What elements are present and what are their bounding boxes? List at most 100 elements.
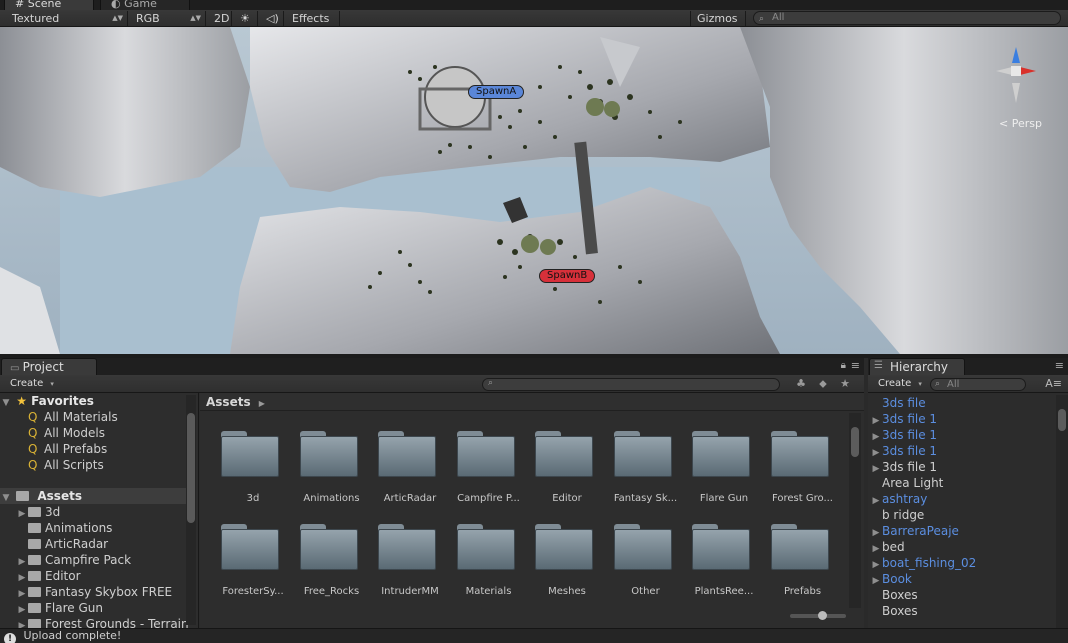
hierarchy-scrollbar[interactable]	[1056, 395, 1068, 628]
render-mode-dropdown[interactable]: Textured ▲▼	[6, 11, 128, 26]
scene-viewport[interactable]: SpawnA SpawnB < Persp	[0, 27, 1068, 354]
hierarchy-item-label: ashtray	[882, 492, 928, 506]
asset-folder-tile[interactable]: Editor	[528, 431, 598, 511]
gizmos-dropdown[interactable]: Gizmos ▾	[690, 11, 746, 39]
hierarchy-item[interactable]: ▶ Book	[870, 571, 912, 587]
hierarchy-item[interactable]: ▶ ashtray	[870, 491, 928, 507]
asset-folder-name: Editor	[552, 493, 582, 504]
chevron-down-icon: ▲▼	[190, 14, 201, 22]
filter-by-type-icon[interactable]: ♣	[793, 377, 809, 391]
asset-folder-tile[interactable]: Fantasy Sk...	[607, 431, 677, 511]
tab-project[interactable]: ▭ Project	[1, 358, 97, 375]
asset-folder-item[interactable]: ArticRadar	[16, 536, 108, 552]
expand-arrow-icon[interactable]: ▼	[0, 395, 12, 411]
perspective-label[interactable]: < Persp	[999, 117, 1042, 130]
asset-folder-tile[interactable]: Campfire P...	[450, 431, 520, 511]
hierarchy-item[interactable]: ▶ 3ds file 1	[870, 459, 938, 475]
asset-folder-tile[interactable]: Materials	[450, 524, 520, 604]
favorites-header[interactable]: ▼ ★ Favorites	[0, 393, 94, 409]
asset-folder-item[interactable]: ▶ 3d	[16, 504, 61, 520]
favorite-star-icon[interactable]: ★	[837, 377, 853, 391]
lock-icon[interactable]: 🔒︎	[841, 360, 846, 371]
asset-folder-tile[interactable]: Forest Gro...	[764, 431, 834, 511]
panel-menu-icon[interactable]: ≡	[851, 359, 860, 372]
panel-menu-icon[interactable]: ≡	[1055, 359, 1064, 372]
breadcrumb-assets[interactable]: Assets	[206, 395, 251, 409]
scrollbar-thumb[interactable]	[187, 413, 195, 523]
favorite-item[interactable]: Q All Models	[28, 425, 105, 441]
project-search-input[interactable]: ⌕	[482, 378, 780, 391]
lighting-toggle-button[interactable]: ☀	[234, 11, 258, 26]
spawn-a-label[interactable]: SpawnA	[468, 85, 525, 99]
hierarchy-item[interactable]: ▶ 3ds file 1	[870, 443, 938, 459]
project-create-button[interactable]: Create ▾	[6, 377, 58, 391]
asset-folder-item[interactable]: ▶ Campfire Pack	[16, 552, 132, 568]
spawn-b-label[interactable]: SpawnB	[539, 269, 596, 283]
filter-by-label-icon[interactable]: ⬥	[815, 377, 831, 391]
hierarchy-search-input[interactable]: ⌕ All	[930, 378, 1026, 391]
favorite-item[interactable]: Q All Prefabs	[28, 441, 107, 457]
asset-folder-tile[interactable]: Flare Gun	[685, 431, 755, 511]
hierarchy-create-button[interactable]: Create ▾	[874, 377, 926, 391]
chevron-down-icon: ▾	[50, 380, 54, 388]
asset-folder-tile[interactable]: IntruderMM	[371, 524, 441, 604]
hierarchy-item[interactable]: ▶ boat_fishing_02	[870, 555, 977, 571]
asset-folder-item[interactable]: ▶ Flare Gun	[16, 600, 103, 616]
hierarchy-item-label: Area Light	[882, 476, 944, 490]
folder-icon	[770, 431, 829, 477]
assets-header[interactable]: ▼ Assets	[0, 488, 186, 504]
color-mode-dropdown[interactable]: RGB ▲▼	[130, 11, 206, 26]
asset-folder-label: Forest Grounds - Terrain	[45, 617, 189, 628]
asset-folder-tile[interactable]: ArticRadar	[371, 431, 441, 511]
folder-icon	[28, 603, 41, 613]
audio-toggle-button[interactable]: ◁)	[260, 11, 284, 26]
asset-folder-tile[interactable]: Other	[607, 524, 677, 604]
favorite-item[interactable]: Q All Materials	[28, 409, 118, 425]
folder-icon	[535, 431, 593, 477]
tab-hierarchy[interactable]: Hierarchy	[869, 358, 965, 375]
icon-size-slider[interactable]	[790, 611, 846, 620]
hierarchy-item[interactable]: ▶ bed	[870, 539, 905, 555]
hierarchy-item[interactable]: Area Light	[870, 475, 943, 491]
scrollbar-thumb[interactable]	[1058, 409, 1066, 431]
favorite-item[interactable]: Q All Scripts	[28, 457, 104, 473]
asset-folder-item[interactable]: ▶ Forest Grounds - Terrain	[16, 616, 189, 628]
expand-arrow-icon[interactable]: ▼	[0, 490, 12, 506]
asset-folder-tile[interactable]: 3d	[214, 431, 284, 511]
asset-grid-scrollbar[interactable]	[849, 413, 861, 608]
favorite-item-label: All Prefabs	[44, 442, 108, 456]
asset-folder-tile[interactable]: Animations	[293, 431, 363, 511]
asset-folder-tile[interactable]: PlantsRee...	[685, 524, 755, 604]
asset-folder-tile[interactable]: Prefabs	[764, 524, 834, 604]
sort-order-icon[interactable]: A≡	[1045, 377, 1062, 390]
hierarchy-item[interactable]: b ridge	[870, 507, 924, 523]
search-icon: ⌕	[935, 379, 941, 389]
asset-folder-item[interactable]: Animations	[16, 520, 112, 536]
folder-icon	[28, 571, 41, 581]
expand-arrow-icon[interactable]: ▶	[16, 618, 28, 628]
breadcrumb-arrow-icon: ▶	[258, 399, 265, 408]
asset-folder-tile[interactable]: ForesterSy...	[214, 524, 284, 604]
folder-icon	[221, 431, 279, 477]
scene-search-input[interactable]: ⌕ All	[753, 11, 1061, 25]
slider-knob[interactable]	[818, 611, 827, 620]
hierarchy-item[interactable]: Boxes	[870, 603, 918, 619]
hierarchy-item[interactable]: Boxes	[870, 587, 918, 603]
folder-tree-scrollbar[interactable]	[186, 395, 196, 625]
hierarchy-item[interactable]: ▶ 3ds file 1	[870, 411, 938, 427]
asset-folder-item[interactable]: ▶ Editor	[16, 568, 81, 584]
asset-folder-tile[interactable]: Free_Rocks	[293, 524, 363, 604]
tab-scene[interactable]: # Scene	[4, 0, 94, 10]
hierarchy-item[interactable]: ▶ BarreraPeaje	[870, 523, 959, 539]
project-toolbar: Create ▾ ⌕ ♣ ⬥ ★	[0, 375, 864, 393]
tab-game[interactable]: ◐ Game	[100, 0, 190, 10]
hierarchy-item[interactable]: 3ds file	[870, 395, 926, 411]
hierarchy-item[interactable]: ▶ 3ds file 1	[870, 427, 938, 443]
2d-toggle-button[interactable]: 2D	[208, 11, 232, 26]
asset-folder-item[interactable]: ▶ Fantasy Skybox FREE	[16, 584, 173, 600]
orientation-gizmo[interactable]	[986, 43, 1046, 113]
scrollbar-thumb[interactable]	[851, 427, 859, 457]
asset-folder-tile[interactable]: Meshes	[528, 524, 598, 604]
scene-search-placeholder: All	[772, 12, 785, 23]
effects-dropdown[interactable]: Effects ▾	[286, 11, 340, 39]
